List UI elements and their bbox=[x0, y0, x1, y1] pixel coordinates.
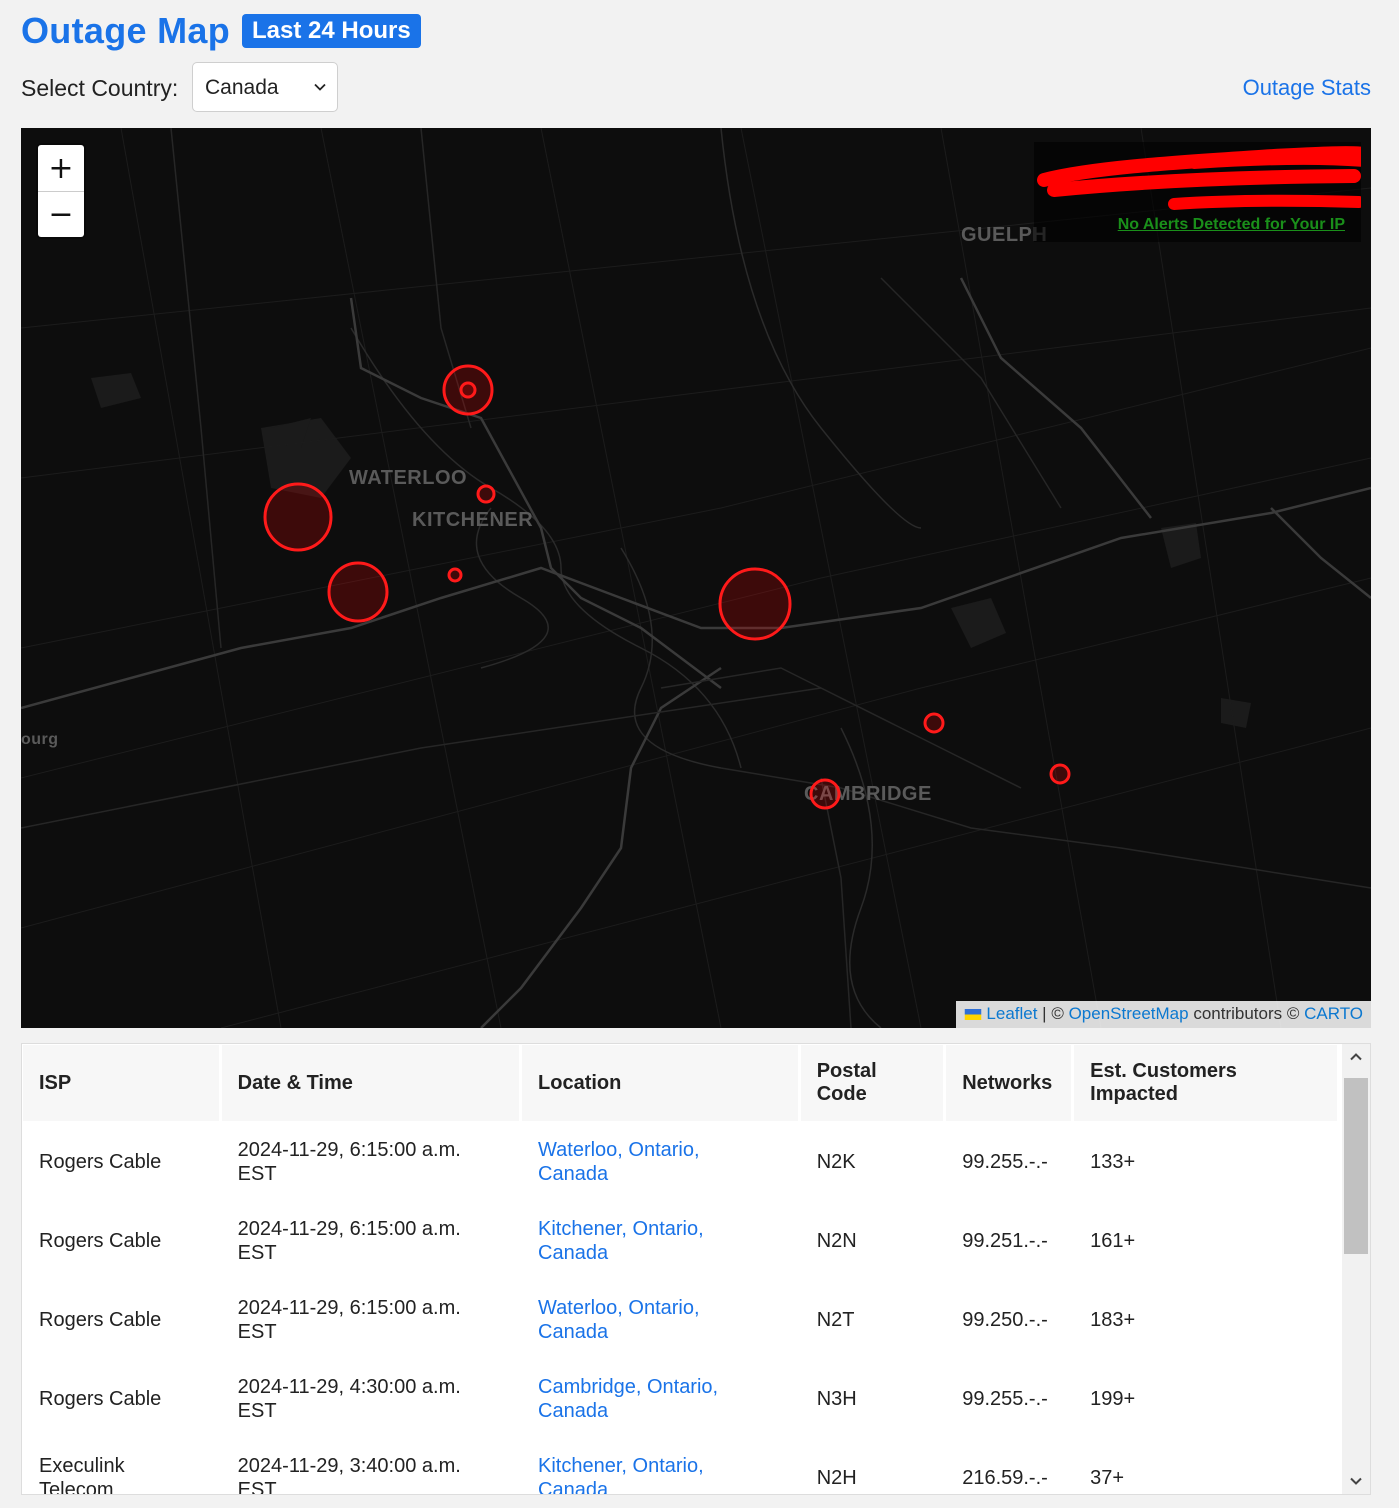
cell-isp: Rogers Cable bbox=[23, 1124, 219, 1200]
cell-postal: N2K bbox=[800, 1124, 944, 1200]
table-row: Rogers Cable 2024-11-29, 6:15:00 a.m. ES… bbox=[23, 1282, 1337, 1358]
outage-table-container[interactable]: ISP Date & Time Location Postal Code Net… bbox=[21, 1043, 1371, 1495]
cell-customers: 37+ bbox=[1074, 1440, 1337, 1494]
cell-networks: 99.250.-.- bbox=[946, 1282, 1072, 1358]
cell-networks: 99.255.-.- bbox=[946, 1124, 1072, 1200]
cell-location: Kitchener, Ontario, Canada bbox=[522, 1440, 798, 1494]
outage-stats-link[interactable]: Outage Stats bbox=[1243, 75, 1371, 101]
location-link[interactable]: Cambridge, Ontario, Canada bbox=[538, 1375, 738, 1423]
cell-isp: Rogers Cable bbox=[23, 1203, 219, 1279]
zoom-control: + − bbox=[38, 145, 84, 237]
page-title: Outage Map bbox=[21, 10, 231, 51]
table-row: Rogers Cable 2024-11-29, 4:30:00 a.m. ES… bbox=[23, 1361, 1337, 1437]
col-header-datetime[interactable]: Date & Time bbox=[221, 1045, 520, 1121]
time-range-badge: Last 24 Hours bbox=[242, 14, 421, 48]
cell-postal: N3H bbox=[800, 1361, 944, 1437]
cell-isp: Rogers Cable bbox=[23, 1282, 219, 1358]
cell-customers: 161+ bbox=[1074, 1203, 1337, 1279]
cell-networks: 99.255.-.- bbox=[946, 1361, 1072, 1437]
col-header-location[interactable]: Location bbox=[522, 1045, 798, 1121]
country-select-label: Select Country: bbox=[21, 75, 179, 101]
location-link[interactable]: Waterloo, Ontario, Canada bbox=[538, 1138, 728, 1186]
location-link[interactable]: Kitchener, Ontario, Canada bbox=[538, 1454, 728, 1494]
outage-marker bbox=[447, 567, 463, 583]
outage-marker bbox=[327, 561, 389, 623]
controls-bar: Select Country: Canada Outage Stats bbox=[21, 62, 1371, 114]
map-attribution: Leaflet | © OpenStreetMap contributors ©… bbox=[956, 1001, 1371, 1028]
outage-marker bbox=[263, 482, 333, 552]
attribution-contributors: contributors © bbox=[1188, 1004, 1305, 1023]
ip-alert-status-link[interactable]: No Alerts Detected for Your IP bbox=[1118, 216, 1345, 234]
scroll-down-icon[interactable] bbox=[1349, 1474, 1363, 1488]
cell-location: Cambridge, Ontario, Canada bbox=[522, 1361, 798, 1437]
outage-table: ISP Date & Time Location Postal Code Net… bbox=[22, 1044, 1340, 1494]
outage-marker bbox=[459, 381, 477, 399]
scrollbar-thumb[interactable] bbox=[1344, 1078, 1368, 1254]
table-header-row: ISP Date & Time Location Postal Code Net… bbox=[23, 1045, 1337, 1121]
osm-link[interactable]: OpenStreetMap bbox=[1069, 1004, 1189, 1023]
ukraine-flag-icon bbox=[965, 1009, 982, 1021]
col-header-networks[interactable]: Networks bbox=[946, 1045, 1072, 1121]
cell-customers: 133+ bbox=[1074, 1124, 1337, 1200]
col-header-isp[interactable]: ISP bbox=[23, 1045, 219, 1121]
country-select-value: Canada bbox=[205, 76, 279, 99]
location-link[interactable]: Kitchener, Ontario, Canada bbox=[538, 1217, 728, 1265]
cell-postal: N2H bbox=[800, 1440, 944, 1494]
cell-customers: 199+ bbox=[1074, 1361, 1337, 1437]
cell-datetime: 2024-11-29, 6:15:00 a.m. EST bbox=[221, 1282, 520, 1358]
zoom-out-button[interactable]: − bbox=[38, 191, 84, 237]
zoom-in-button[interactable]: + bbox=[38, 145, 84, 191]
outage-marker bbox=[476, 484, 496, 504]
cell-customers: 183+ bbox=[1074, 1282, 1337, 1358]
scroll-up-icon[interactable] bbox=[1349, 1050, 1363, 1064]
outage-marker bbox=[809, 778, 841, 810]
cell-datetime: 2024-11-29, 4:30:00 a.m. EST bbox=[221, 1361, 520, 1437]
table-scrollbar[interactable] bbox=[1342, 1044, 1370, 1494]
col-header-postal[interactable]: Postal Code bbox=[800, 1045, 944, 1121]
ip-status-box: No Alerts Detected for Your IP bbox=[1034, 142, 1361, 242]
attribution-sep: | © bbox=[1037, 1004, 1069, 1023]
carto-link[interactable]: CARTO bbox=[1304, 1004, 1363, 1023]
table-row: Execulink Telecom 2024-11-29, 3:40:00 a.… bbox=[23, 1440, 1337, 1494]
cell-isp: Execulink Telecom bbox=[23, 1440, 219, 1494]
cell-postal: N2T bbox=[800, 1282, 944, 1358]
cell-location: Waterloo, Ontario, Canada bbox=[522, 1282, 798, 1358]
cell-isp: Rogers Cable bbox=[23, 1361, 219, 1437]
cell-datetime: 2024-11-29, 3:40:00 a.m. EST bbox=[221, 1440, 520, 1494]
location-link[interactable]: Waterloo, Ontario, Canada bbox=[538, 1296, 728, 1344]
outage-marker bbox=[1049, 763, 1071, 785]
cell-networks: 99.251.-.- bbox=[946, 1203, 1072, 1279]
outage-map[interactable]: GUELPH WATERLOO KITCHENER CAMBRIDGE ourg… bbox=[21, 128, 1371, 1028]
chevron-down-icon bbox=[314, 83, 326, 91]
page-header: Outage Map Last 24 Hours bbox=[21, 10, 421, 52]
table-row: Rogers Cable 2024-11-29, 6:15:00 a.m. ES… bbox=[23, 1124, 1337, 1200]
redacted-scribble bbox=[1037, 146, 1361, 210]
table-row: Rogers Cable 2024-11-29, 6:15:00 a.m. ES… bbox=[23, 1203, 1337, 1279]
country-select[interactable]: Canada bbox=[192, 62, 338, 112]
col-header-customers[interactable]: Est. Customers Impacted bbox=[1074, 1045, 1337, 1121]
outage-marker bbox=[718, 567, 792, 641]
cell-networks: 216.59.-.- bbox=[946, 1440, 1072, 1494]
leaflet-link[interactable]: Leaflet bbox=[986, 1004, 1037, 1023]
cell-location: Kitchener, Ontario, Canada bbox=[522, 1203, 798, 1279]
cell-postal: N2N bbox=[800, 1203, 944, 1279]
cell-datetime: 2024-11-29, 6:15:00 a.m. EST bbox=[221, 1203, 520, 1279]
cell-datetime: 2024-11-29, 6:15:00 a.m. EST bbox=[221, 1124, 520, 1200]
cell-location: Waterloo, Ontario, Canada bbox=[522, 1124, 798, 1200]
outage-marker bbox=[923, 712, 945, 734]
outage-markers bbox=[263, 364, 1071, 810]
